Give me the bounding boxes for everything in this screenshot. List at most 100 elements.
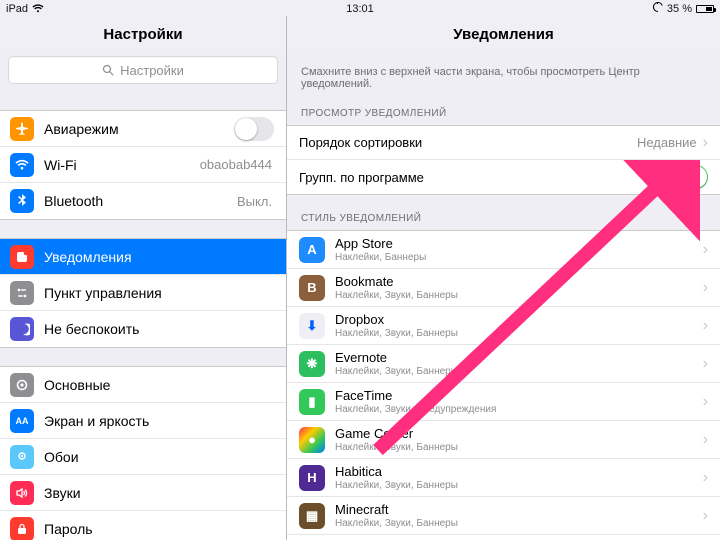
chevron-right-icon: ›: [703, 355, 708, 373]
airplane-icon: [10, 117, 34, 141]
app-row-bookmate[interactable]: BBookmateНаклейки, Звуки, Баннеры›: [287, 269, 720, 307]
app-row-gamecenter[interactable]: ●Game CenterНаклейки, Звуки, Баннеры›: [287, 421, 720, 459]
view-settings-list: Порядок сортировки Недавние › Групп. по …: [287, 125, 720, 195]
search-icon: [102, 64, 114, 76]
control-center-icon: [10, 281, 34, 305]
sidebar-group-connectivity: Авиарежим Wi-Fi obaobab444 Bluetooth Вык…: [0, 110, 286, 220]
app-row-minecraft[interactable]: ▦ MinecraftНаклейки, Звуки, Баннеры›: [287, 497, 720, 535]
app-detail: Наклейки, Звуки, Баннеры: [335, 328, 703, 339]
wallpaper-icon: [10, 445, 34, 469]
sidebar-item-wallpaper[interactable]: Обои: [0, 439, 286, 475]
apps-list: AApp StoreНаклейки, Баннеры›BBookmateНак…: [287, 230, 720, 540]
app-row-peerstv[interactable]: ▶Peers.TVНаклейки, Звуки, Баннеры›: [287, 535, 720, 540]
sidebar-group-general: Основные AA Экран и яркость Обои Звуки: [0, 366, 286, 540]
app-name: FaceTime: [335, 388, 703, 403]
dropbox-icon: ⬇: [299, 313, 325, 339]
app-detail: Наклейки, Звуки, Баннеры: [335, 518, 703, 529]
device-label: iPad: [6, 3, 28, 15]
sounds-icon: [10, 481, 34, 505]
appstore-icon: A: [299, 237, 325, 263]
battery-icon: [696, 5, 714, 13]
wifi-value: obaobab444: [200, 157, 272, 172]
sidebar-item-sounds[interactable]: Звуки: [0, 475, 286, 511]
app-row-appstore[interactable]: A App StoreНаклейки, Баннеры›: [287, 231, 720, 269]
gear-icon: [10, 373, 34, 397]
moon-icon: [10, 317, 34, 341]
chevron-right-icon: ›: [703, 241, 708, 259]
wifi-icon: [32, 4, 44, 13]
sidebar-item-label: Экран и яркость: [44, 413, 274, 429]
cell-label: Порядок сортировки: [299, 135, 637, 150]
sidebar-item-airplane[interactable]: Авиарежим: [0, 111, 286, 147]
sidebar-item-label: Wi-Fi: [44, 157, 200, 173]
sidebar-item-label: Авиарежим: [44, 121, 234, 137]
sidebar-item-wifi[interactable]: Wi-Fi obaobab444: [0, 147, 286, 183]
app-name: App Store: [335, 236, 703, 251]
app-name: Minecraft: [335, 502, 703, 517]
habitica-icon: H: [299, 465, 325, 491]
app-name: Game Center: [335, 426, 703, 441]
nav-title-left: Настройки: [0, 16, 287, 52]
app-detail: Наклейки, Звуки, Предупреждения: [335, 404, 703, 415]
bluetooth-value: Выкл.: [237, 194, 272, 209]
group-by-app-toggle[interactable]: [668, 165, 708, 189]
sidebar-item-dnd[interactable]: Не беспокоить: [0, 311, 286, 347]
battery-pct: 35 %: [667, 3, 692, 15]
sidebar-item-bluetooth[interactable]: Bluetooth Выкл.: [0, 183, 286, 219]
app-detail: Наклейки, Баннеры: [335, 252, 703, 263]
detail-pane: Смахните вниз с верхней части экрана, чт…: [287, 52, 720, 540]
sidebar-item-label: Обои: [44, 449, 274, 465]
search-placeholder: Настройки: [120, 63, 184, 78]
sidebar-item-label: Уведомления: [44, 249, 274, 265]
sidebar-item-general[interactable]: Основные: [0, 367, 286, 403]
chevron-right-icon: ›: [703, 317, 708, 335]
section-header-style: СТИЛЬ УВЕДОМЛЕНИЙ: [287, 195, 720, 230]
app-detail: Наклейки, Звуки, Баннеры: [335, 442, 703, 453]
app-detail: Наклейки, Звуки, Баннеры: [335, 480, 703, 491]
display-icon: AA: [10, 409, 34, 433]
app-detail: Наклейки, Звуки, Баннеры: [335, 366, 703, 377]
sidebar-item-label: Bluetooth: [44, 193, 237, 209]
bluetooth-icon: [10, 189, 34, 213]
sort-value: Недавние: [637, 135, 697, 150]
sidebar-item-control-center[interactable]: Пункт управления: [0, 275, 286, 311]
navbar: Настройки Уведомления: [0, 16, 720, 52]
clock: 13:01: [346, 3, 374, 15]
sidebar-item-passcode[interactable]: Пароль: [0, 511, 286, 540]
app-name: Dropbox: [335, 312, 703, 327]
sidebar-item-display[interactable]: AA Экран и яркость: [0, 403, 286, 439]
sidebar-item-label: Пункт управления: [44, 285, 274, 301]
search-input[interactable]: Настройки: [8, 56, 278, 84]
minecraft-icon: ▦: [299, 503, 325, 529]
bookmate-icon: B: [299, 275, 325, 301]
hint-text: Смахните вниз с верхней части экрана, чт…: [287, 52, 720, 90]
cell-label: Групп. по программе: [299, 170, 668, 185]
chevron-right-icon: ›: [703, 393, 708, 411]
lock-icon: [10, 517, 34, 540]
section-header-view: ПРОСМОТР УВЕДОМЛЕНИЙ: [287, 90, 720, 125]
sidebar: Настройки Авиарежим Wi-Fi obaobab444: [0, 52, 287, 540]
sidebar-item-label: Не беспокоить: [44, 321, 274, 337]
chevron-right-icon: ›: [703, 134, 708, 152]
sidebar-group-alerts: Уведомления Пункт управления Не беспокои…: [0, 238, 286, 348]
app-name: Habitica: [335, 464, 703, 479]
airplane-toggle[interactable]: [234, 117, 274, 141]
chevron-right-icon: ›: [703, 469, 708, 487]
gamecenter-icon: ●: [299, 427, 325, 453]
chevron-right-icon: ›: [703, 507, 708, 525]
wifi-settings-icon: [10, 153, 34, 177]
app-row-evernote[interactable]: ❋EvernoteНаклейки, Звуки, Баннеры›: [287, 345, 720, 383]
cell-group-by-app[interactable]: Групп. по программе: [287, 160, 720, 194]
notifications-icon: [10, 245, 34, 269]
app-row-habitica[interactable]: H HabiticaНаклейки, Звуки, Баннеры›: [287, 459, 720, 497]
sidebar-item-label: Основные: [44, 377, 274, 393]
facetime-icon: ▮: [299, 389, 325, 415]
nav-title-right: Уведомления: [287, 16, 720, 52]
status-bar: iPad 13:01 35 %: [0, 0, 720, 16]
app-row-dropbox[interactable]: ⬇ DropboxНаклейки, Звуки, Баннеры›: [287, 307, 720, 345]
cell-sort-order[interactable]: Порядок сортировки Недавние ›: [287, 126, 720, 160]
sidebar-item-notifications[interactable]: Уведомления: [0, 239, 286, 275]
app-name: Bookmate: [335, 274, 703, 289]
rotation-lock-icon: [653, 2, 663, 15]
app-row-facetime[interactable]: ▮ FaceTimeНаклейки, Звуки, Предупреждения…: [287, 383, 720, 421]
